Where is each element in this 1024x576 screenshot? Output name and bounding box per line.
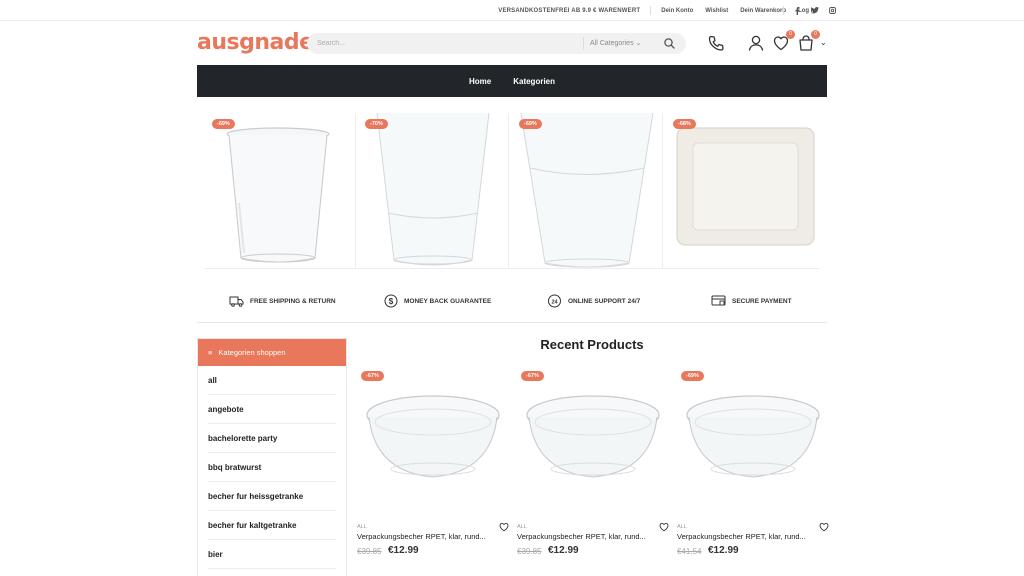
heart-icon[interactable] [499, 522, 509, 532]
current-price: €12.99 [388, 545, 419, 556]
category-select-label: All Categories [590, 40, 634, 47]
feature-label: SECURE PAYMENT [732, 297, 792, 305]
user-icon[interactable] [747, 34, 765, 52]
product-image [526, 395, 660, 478]
twitter-icon[interactable] [811, 7, 819, 14]
sale-badge: -69% [681, 371, 704, 381]
divider [650, 6, 652, 15]
feature-bar: FREE SHIPPING & RETURN $ MONEY BACK GUAR… [197, 288, 827, 314]
feature-item: FREE SHIPPING & RETURN [229, 288, 336, 314]
truck-icon [229, 296, 244, 307]
current-price: €12.99 [708, 545, 739, 556]
feature-item: $ MONEY BACK GUARANTEE [384, 288, 491, 314]
category-item-becher-heiss[interactable]: becher fur heissgetranke [208, 482, 336, 511]
category-item-bbq-bratwurst[interactable]: bbq bratwurst [208, 453, 336, 482]
secure-payment-icon [711, 295, 726, 306]
category-item-bier[interactable]: bier [208, 540, 336, 569]
category-select[interactable]: All Categories ⌄ [583, 37, 641, 50]
feature-label: ONLINE SUPPORT 24/7 [568, 297, 641, 305]
nav-item-home[interactable]: Home [469, 77, 491, 86]
category-sidebar-title: Kategorien shoppen [218, 348, 286, 357]
plastic-cup-image [226, 127, 330, 263]
product-card[interactable]: -67% ALL Verpackungsbecher RPET, klar, r… [517, 367, 669, 567]
product-category[interactable]: ALL [517, 524, 527, 530]
hero-product-tile[interactable]: -68% [665, 113, 817, 268]
svg-text:24: 24 [551, 299, 558, 305]
cart-button[interactable]: 0 [797, 30, 820, 52]
sale-badge: -69% [519, 119, 542, 129]
search-icon[interactable] [663, 37, 676, 50]
dollar-icon: $ [384, 294, 398, 308]
feature-item: SECURE PAYMENT [711, 288, 792, 314]
social-links [783, 0, 836, 21]
paper-plate-image [676, 127, 815, 246]
feature-item: 24 ONLINE SUPPORT 24/7 [547, 288, 640, 314]
feature-label: MONEY BACK GUARANTEE [404, 297, 492, 305]
search-bar: All Categories ⌄ [307, 33, 686, 54]
heart-icon[interactable] [819, 522, 829, 532]
facebook-icon[interactable] [794, 6, 801, 15]
product-name[interactable]: Verpackungsbecher RPET, klar, rund... [677, 532, 817, 541]
sale-badge: -68% [673, 119, 696, 129]
sale-badge: -67% [521, 371, 544, 381]
divider [204, 268, 820, 269]
chevron-down-icon[interactable]: ⌄ [820, 38, 827, 47]
wishlist-link[interactable]: Wishlist [705, 8, 728, 14]
site-logo[interactable]: ausgnade [197, 30, 314, 55]
chevron-down-icon: ⌄ [635, 40, 642, 47]
category-item-becher-kalt[interactable]: becher fur kaltgetranke [208, 511, 336, 540]
plastic-cup-image [376, 113, 490, 266]
feature-label: FREE SHIPPING & RETURN [250, 297, 336, 305]
old-price: €39.85 [357, 547, 382, 556]
search-input[interactable] [317, 33, 577, 54]
hero-product-tile[interactable]: -70% [357, 113, 509, 268]
hero-product-tile[interactable]: -69% [511, 113, 663, 268]
plastic-cup-image [520, 113, 654, 268]
svg-text:$: $ [389, 297, 394, 306]
cart-count-badge: 0 [811, 30, 820, 39]
sale-badge: -69% [212, 119, 235, 129]
menu-icon: ≡ [208, 348, 213, 357]
top-bar: VERSANDKOSTENFREI AB 9.9 € WARENWERT Dei… [0, 0, 1024, 21]
category-item-angebote[interactable]: angebote [208, 395, 336, 424]
product-image [686, 395, 820, 478]
nav-item-kategorien[interactable]: Kategorien [513, 77, 555, 86]
instagram-icon[interactable] [829, 7, 836, 14]
divider [197, 322, 827, 323]
product-card[interactable]: -69% ALL Verpackungsbecher RPET, klar, r… [677, 367, 829, 567]
wishlist-button[interactable]: 0 [772, 30, 795, 52]
category-item-all[interactable]: all [208, 366, 336, 395]
hero-product-tile[interactable]: -69% [204, 113, 356, 268]
product-name[interactable]: Verpackungsbecher RPET, klar, rund... [517, 532, 657, 541]
support-24-icon: 24 [548, 294, 561, 308]
heart-icon[interactable] [659, 522, 669, 532]
sale-badge: -67% [361, 371, 384, 381]
category-item-bachelorette-party[interactable]: bachelorette party [208, 424, 336, 453]
section-title: Recent Products [540, 337, 644, 352]
category-sidebar: ≡ Kategorien shoppen all angebote bachel… [197, 338, 347, 576]
main-nav: Home Kategorien [197, 65, 827, 97]
old-price: €41.54 [677, 547, 702, 556]
product-name[interactable]: Verpackungsbecher RPET, klar, rund... [357, 532, 497, 541]
wishlist-count-badge: 0 [786, 30, 795, 39]
divider [783, 6, 784, 15]
account-link[interactable]: Dein Konto [661, 8, 693, 14]
old-price: €39.85 [517, 547, 542, 556]
current-price: €12.99 [548, 545, 579, 556]
product-card[interactable]: -67% ALL Verpackungsbecher RPET, klar, r… [357, 367, 509, 567]
product-category[interactable]: ALL [677, 524, 687, 530]
sale-badge: -70% [365, 119, 388, 129]
phone-icon[interactable] [707, 34, 725, 52]
product-category[interactable]: ALL [357, 524, 367, 530]
category-sidebar-header[interactable]: ≡ Kategorien shoppen [198, 339, 346, 366]
product-image [366, 395, 500, 478]
category-list: all angebote bachelorette party bbq brat… [198, 366, 346, 569]
top-bar-links: VERSANDKOSTENFREI AB 9.9 € WARENWERT Dei… [498, 0, 828, 21]
cart-link[interactable]: Dein Warenkorb [740, 8, 786, 14]
shipping-promo: VERSANDKOSTENFREI AB 9.9 € WARENWERT [498, 7, 641, 14]
